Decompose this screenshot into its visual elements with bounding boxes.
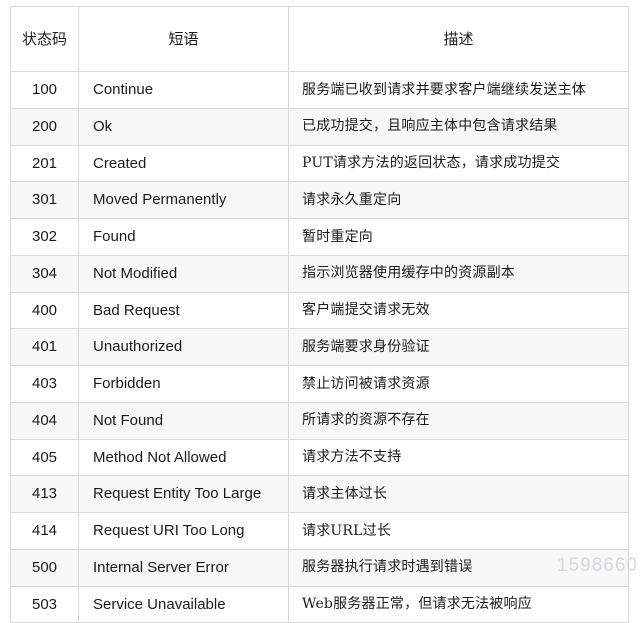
cell-status-code: 503	[10, 585, 79, 623]
cell-status-code: 100	[10, 71, 79, 109]
cell-phrase: Bad Request	[78, 291, 289, 330]
table-row: 201 Created PUT请求方法的返回状态，请求成功提交	[10, 144, 629, 183]
cell-phrase: Internal Server Error	[78, 548, 289, 587]
table-header: 状态码 短语 描述	[10, 6, 629, 72]
table-row: 304 Not Modified 指示浏览器使用缓存中的资源副本	[10, 254, 629, 293]
cell-phrase: Found	[78, 218, 289, 256]
cell-phrase: Method Not Allowed	[78, 438, 289, 477]
table-row: 500 Internal Server Error 服务器执行请求时遇到错误	[10, 548, 629, 587]
cell-status-code: 400	[10, 291, 79, 330]
cell-status-code: 401	[10, 328, 79, 366]
table-header-row: 状态码 短语 描述	[10, 6, 629, 72]
column-header-phrase: 短语	[78, 6, 289, 72]
cell-phrase: Forbidden	[78, 365, 289, 403]
table-row: 400 Bad Request 客户端提交请求无效	[10, 291, 629, 330]
cell-phrase: Unauthorized	[78, 328, 289, 366]
table-row: 301 Moved Permanently 请求永久重定向	[10, 181, 629, 219]
cell-phrase: Request URI Too Long	[78, 512, 289, 550]
table-row: 100 Continue 服务端已收到请求并要求客户端继续发送主体	[10, 71, 629, 109]
cell-status-code: 414	[10, 512, 79, 550]
table-row: 404 Not Found 所请求的资源不存在	[10, 401, 629, 440]
table-row: 413 Request Entity Too Large 请求主体过长	[10, 475, 629, 513]
cell-description: PUT请求方法的返回状态，请求成功提交	[288, 144, 629, 183]
column-header-status-code: 状态码	[10, 6, 79, 72]
cell-status-code: 304	[10, 254, 79, 293]
table-body: 100 Continue 服务端已收到请求并要求客户端继续发送主体 200 Ok 已成功提…	[10, 71, 629, 623]
cell-description: 请求主体过长	[288, 475, 629, 513]
table-row: 503 Service Unavailable Web服务器正常，但请求无法被响应	[10, 585, 629, 623]
cell-status-code: 403	[10, 365, 79, 403]
cell-phrase: Created	[78, 144, 289, 183]
cell-description: 禁止访问被请求资源	[288, 365, 629, 403]
cell-phrase: Service Unavailable	[78, 585, 289, 623]
cell-description: 客户端提交请求无效	[288, 291, 629, 330]
cell-status-code: 413	[10, 475, 79, 513]
cell-description: 指示浏览器使用缓存中的资源副本	[288, 254, 629, 293]
column-header-description: 描述	[288, 6, 629, 72]
cell-phrase: Continue	[78, 71, 289, 109]
table-row: 401 Unauthorized 服务端要求身份验证	[10, 328, 629, 366]
cell-description: 服务端已收到请求并要求客户端继续发送主体	[288, 71, 629, 109]
cell-description: 暂时重定向	[288, 218, 629, 256]
table-row: 405 Method Not Allowed 请求方法不支持	[10, 438, 629, 477]
cell-phrase: Request Entity Too Large	[78, 475, 289, 513]
cell-description: 服务端要求身份验证	[288, 328, 629, 366]
cell-phrase: Moved Permanently	[78, 181, 289, 219]
table-row: 302 Found 暂时重定向	[10, 218, 629, 256]
cell-status-code: 500	[10, 548, 79, 587]
cell-status-code: 405	[10, 438, 79, 477]
cell-phrase: Not Found	[78, 401, 289, 440]
table-row: 414 Request URI Too Long 请求URL过长	[10, 512, 629, 550]
status-code-table-container: 状态码 短语 描述 100 Continue 服务端已收到请求并要求客户端继续发送主…	[10, 6, 629, 623]
cell-status-code: 201	[10, 144, 79, 183]
cell-description: 请求方法不支持	[288, 438, 629, 477]
cell-description: Web服务器正常，但请求无法被响应	[288, 585, 629, 623]
table-row: 200 Ok 已成功提交，且响应主体中包含请求结果	[10, 107, 629, 146]
cell-status-code: 301	[10, 181, 79, 219]
cell-description: 服务器执行请求时遇到错误	[288, 548, 629, 587]
cell-status-code: 200	[10, 107, 79, 146]
cell-status-code: 404	[10, 401, 79, 440]
cell-status-code: 302	[10, 218, 79, 256]
cell-description: 请求永久重定向	[288, 181, 629, 219]
cell-description: 请求URL过长	[288, 512, 629, 550]
table-row: 403 Forbidden 禁止访问被请求资源	[10, 365, 629, 403]
cell-description: 已成功提交，且响应主体中包含请求结果	[288, 107, 629, 146]
http-status-code-table: 状态码 短语 描述 100 Continue 服务端已收到请求并要求客户端继续发送主…	[10, 6, 629, 623]
cell-phrase: Not Modified	[78, 254, 289, 293]
cell-description: 所请求的资源不存在	[288, 401, 629, 440]
cell-phrase: Ok	[78, 107, 289, 146]
